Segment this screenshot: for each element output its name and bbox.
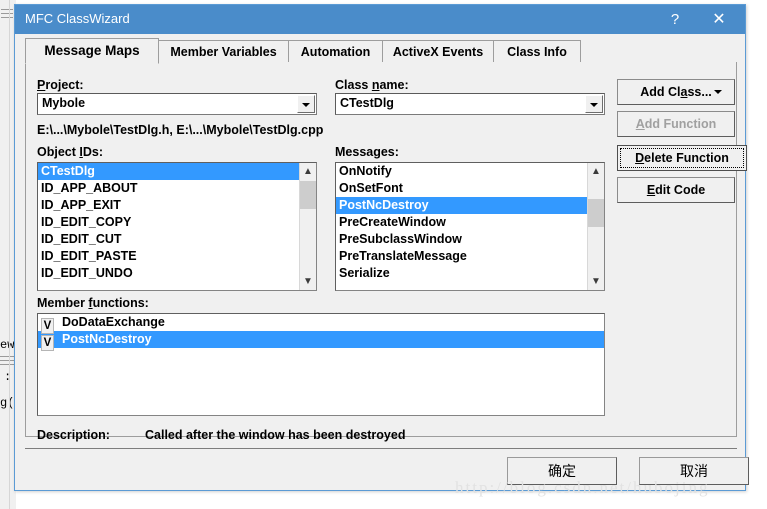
list-item-label: DoDataExchange xyxy=(62,315,165,329)
list-item[interactable]: Serialize xyxy=(336,265,587,282)
list-item[interactable]: V DoDataExchange xyxy=(38,314,604,334)
list-item[interactable]: PreCreateWindow xyxy=(336,214,587,231)
class-name-combo-value: CTestDlg xyxy=(340,96,394,110)
background-text-fragment-1: ew xyxy=(0,338,15,352)
file-path-text: E:\...\Mybole\TestDlg.h, E:\...\Mybole\T… xyxy=(37,123,324,137)
messages-listbox[interactable]: OnNotify OnSetFont PostNcDestroy PreCrea… xyxy=(335,162,605,291)
project-combo-value: Mybole xyxy=(42,96,86,110)
list-item[interactable]: OnSetFont xyxy=(336,180,587,197)
project-combo[interactable]: Mybole xyxy=(37,93,317,115)
list-item[interactable]: ID_APP_ABOUT xyxy=(38,180,299,197)
class-name-combo[interactable]: CTestDlg xyxy=(335,93,605,115)
focus-ring xyxy=(620,148,744,168)
scroll-up-icon[interactable]: ▲ xyxy=(588,163,604,180)
project-label: Project: xyxy=(37,78,84,92)
edit-code-label: Edit Code xyxy=(646,183,706,197)
cancel-button[interactable]: 取消 xyxy=(639,457,749,485)
tab-class-info[interactable]: Class Info xyxy=(493,40,581,63)
screen: ew : g( MFC ClassWizard ? ✕ Message Maps… xyxy=(0,0,767,509)
chevron-down-icon[interactable] xyxy=(714,90,722,94)
background-text-fragment-3: g( xyxy=(0,396,15,410)
list-item[interactable]: ID_EDIT_CUT xyxy=(38,231,299,248)
edit-code-button[interactable]: Edit Code xyxy=(617,177,735,203)
add-function-label: Add Function xyxy=(635,117,717,131)
close-icon[interactable]: ✕ xyxy=(701,5,737,34)
list-item[interactable]: PreTranslateMessage xyxy=(336,248,587,265)
scroll-up-icon[interactable]: ▲ xyxy=(300,163,316,180)
add-function-button[interactable]: Add Function xyxy=(617,111,735,137)
list-item-label: PostNcDestroy xyxy=(62,332,152,346)
virtual-marker: V xyxy=(41,335,54,351)
mfc-classwizard-dialog: MFC ClassWizard ? ✕ Message Maps Member … xyxy=(14,4,749,491)
member-functions-rows: V DoDataExchange V PostNcDestroy xyxy=(38,314,604,415)
description-text: Called after the window has been destroy… xyxy=(145,428,406,442)
dialog-title: MFC ClassWizard xyxy=(25,11,130,26)
tab-activex-events[interactable]: ActiveX Events xyxy=(382,40,494,63)
add-class-label: Add Class... xyxy=(640,85,712,99)
object-ids-label: Object IDs: xyxy=(37,145,104,159)
object-ids-listbox[interactable]: CTestDlg ID_APP_ABOUT ID_APP_EXIT ID_EDI… xyxy=(37,162,317,291)
member-functions-listbox[interactable]: V DoDataExchange V PostNcDestroy xyxy=(37,313,605,416)
tab-message-maps[interactable]: Message Maps xyxy=(25,38,159,64)
tab-member-variables[interactable]: Member Variables xyxy=(158,40,289,63)
list-item[interactable]: ID_EDIT_COPY xyxy=(38,214,299,231)
scroll-down-icon[interactable]: ▼ xyxy=(300,273,316,290)
list-item[interactable]: ID_APP_EXIT xyxy=(38,197,299,214)
messages-label: Messages: xyxy=(335,145,399,159)
list-item[interactable]: PostNcDestroy xyxy=(336,197,587,214)
messages-scrollbar[interactable]: ▲ ▼ xyxy=(587,163,604,290)
messages-rows: OnNotify OnSetFont PostNcDestroy PreCrea… xyxy=(336,163,587,290)
background-toolbar-lines xyxy=(0,6,14,28)
scrollbar-thumb[interactable] xyxy=(588,199,604,227)
ok-button[interactable]: 确定 xyxy=(507,457,617,485)
list-item[interactable]: V PostNcDestroy xyxy=(38,331,604,351)
object-ids-scrollbar[interactable]: ▲ ▼ xyxy=(299,163,316,290)
list-item[interactable]: ID_EDIT_UNDO xyxy=(38,265,299,282)
list-item[interactable]: PreSubclassWindow xyxy=(336,231,587,248)
chevron-down-icon[interactable] xyxy=(585,95,603,113)
scroll-down-icon[interactable]: ▼ xyxy=(588,273,604,290)
add-class-button[interactable]: Add Class... xyxy=(617,79,735,105)
tab-automation[interactable]: Automation xyxy=(288,40,383,63)
divider xyxy=(25,448,737,449)
scrollbar-thumb[interactable] xyxy=(300,181,316,209)
class-name-label: Class name: xyxy=(335,78,409,92)
list-item[interactable]: OnNotify xyxy=(336,163,587,180)
list-item[interactable]: ID_EDIT_PASTE xyxy=(38,248,299,265)
help-icon[interactable]: ? xyxy=(657,5,693,34)
chevron-down-icon[interactable] xyxy=(297,95,315,113)
member-functions-label: Member functions: xyxy=(37,296,149,310)
tabstrip: Message Maps Member Variables Automation… xyxy=(25,38,737,64)
dialog-titlebar: MFC ClassWizard ? ✕ xyxy=(15,5,745,34)
object-ids-rows: CTestDlg ID_APP_ABOUT ID_APP_EXIT ID_EDI… xyxy=(38,163,299,290)
delete-function-button[interactable]: Delete Function xyxy=(617,145,747,171)
background-text-fragment-2: : xyxy=(4,370,12,384)
list-item[interactable]: CTestDlg xyxy=(38,163,299,180)
description-label: Description: xyxy=(37,428,110,442)
